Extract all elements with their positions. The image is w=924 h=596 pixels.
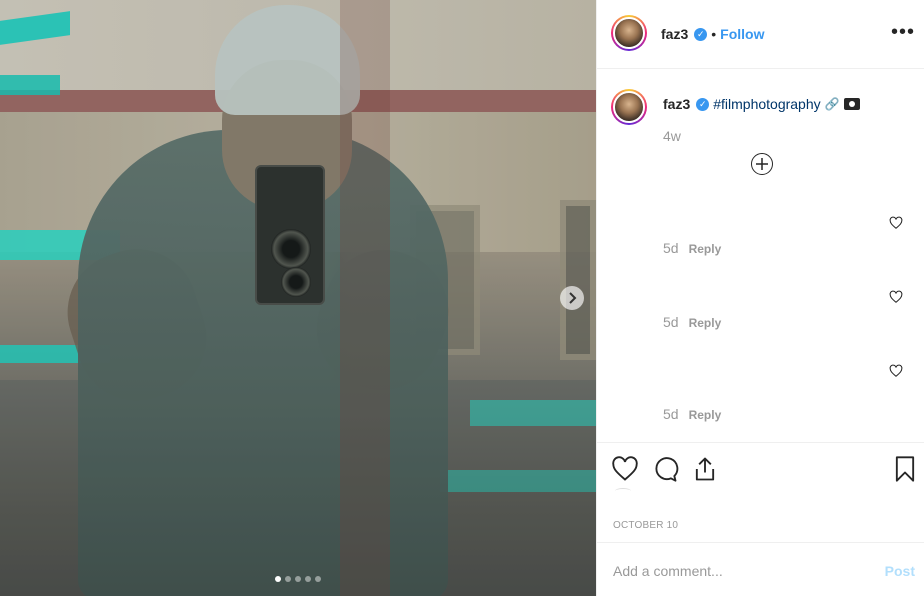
comment-input[interactable] xyxy=(613,561,853,581)
verified-badge-icon: ✓ xyxy=(696,97,710,111)
reply-button[interactable]: Reply xyxy=(689,316,722,330)
comment-timestamp[interactable]: 5d xyxy=(663,314,679,330)
carousel-dot xyxy=(285,576,291,582)
post-header: faz3 ✓ • Follow ••• xyxy=(597,0,924,69)
plus-circle-icon xyxy=(756,158,768,170)
username-link[interactable]: faz3 xyxy=(663,96,690,112)
reply-button[interactable]: Reply xyxy=(689,408,722,422)
avatar-image xyxy=(613,17,645,49)
comment-meta: 5d Reply xyxy=(663,314,721,330)
likes-loading-indicator xyxy=(615,488,631,494)
post-comment-button[interactable]: Post xyxy=(885,563,915,579)
verified-badge-icon: ✓ xyxy=(694,27,708,41)
post-date[interactable]: OCTOBER 10 xyxy=(613,520,678,531)
carousel-next-button[interactable] xyxy=(560,286,584,310)
hashtag-link[interactable]: #filmphotography xyxy=(713,96,820,112)
comment-timestamp[interactable]: 5d xyxy=(663,406,679,422)
heart-icon[interactable] xyxy=(611,455,639,483)
link-emoji-icon: 🔗 xyxy=(824,97,840,111)
header-name-row: faz3 ✓ • Follow xyxy=(661,26,764,42)
action-bar xyxy=(597,442,924,496)
load-more-comments-button[interactable] xyxy=(751,153,773,175)
chevron-right-icon xyxy=(569,292,577,304)
heart-icon[interactable] xyxy=(889,290,903,304)
more-options-icon[interactable]: ••• xyxy=(891,22,915,42)
post-photo[interactable] xyxy=(0,0,596,596)
carousel-dot xyxy=(315,576,321,582)
post-side-panel: faz3 ✓ • Follow ••• faz3 ✓ #filmphotogra… xyxy=(596,0,924,596)
share-icon[interactable] xyxy=(691,455,719,483)
avatar[interactable] xyxy=(611,15,647,51)
post-timestamp[interactable]: 4w xyxy=(663,128,681,144)
heart-icon[interactable] xyxy=(889,364,903,378)
carousel-dot xyxy=(295,576,301,582)
comment-meta: 5d Reply xyxy=(663,406,721,422)
follow-button[interactable]: Follow xyxy=(720,26,764,42)
username-link[interactable]: faz3 xyxy=(661,26,688,42)
heart-icon[interactable] xyxy=(889,216,903,230)
separator-dot: • xyxy=(711,26,717,42)
caption-text: faz3 ✓ #filmphotography 🔗 xyxy=(663,96,860,112)
add-comment-bar: Post xyxy=(597,542,924,596)
comment-timestamp[interactable]: 5d xyxy=(663,240,679,256)
reply-button[interactable]: Reply xyxy=(689,242,722,256)
comments-section: faz3 ✓ #filmphotography 🔗 4w 5d Reply 5d… xyxy=(597,70,924,440)
carousel-dot xyxy=(305,576,311,582)
camera-emoji-icon xyxy=(843,98,860,110)
avatar[interactable] xyxy=(611,89,647,125)
comment-icon[interactable] xyxy=(651,455,679,483)
comment-meta: 5d Reply xyxy=(663,240,721,256)
avatar-image xyxy=(613,91,645,123)
carousel-dot xyxy=(275,576,281,582)
photo-overlay xyxy=(0,0,596,596)
bookmark-icon[interactable] xyxy=(891,455,919,483)
carousel-indicator xyxy=(0,576,596,582)
